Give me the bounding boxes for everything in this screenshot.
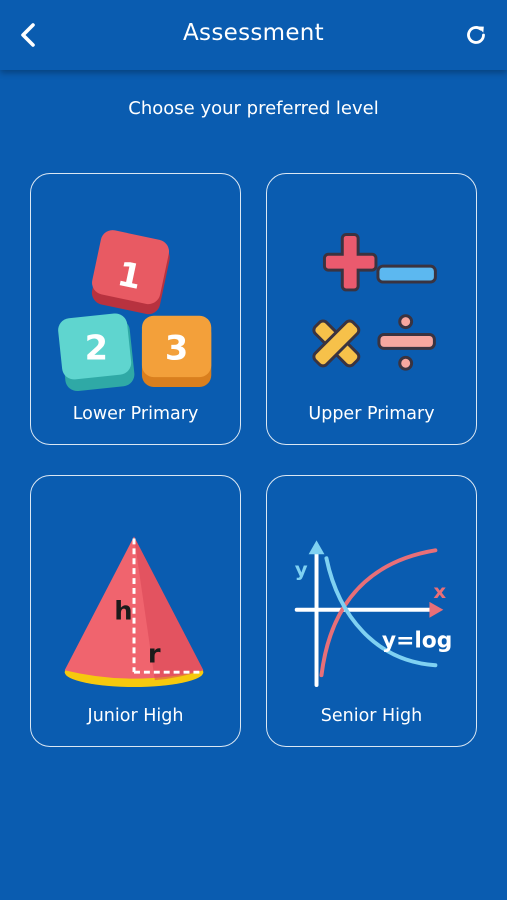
level-label-lower-primary: Lower Primary [72, 404, 199, 424]
page-title: Assessment [183, 20, 324, 46]
level-label-junior-high: Junior High [87, 706, 184, 726]
number-blocks-icon: 1 2 3 [58, 230, 212, 392]
level-card-lower-primary[interactable]: 1 2 3 Lower Primary [30, 173, 241, 445]
level-label-upper-primary: Upper Primary [308, 404, 435, 424]
app-bar: Assessment [0, 0, 507, 70]
instruction-text: Choose your preferred level [128, 98, 379, 119]
refresh-icon [467, 26, 485, 44]
arithmetic-operators-icon [312, 232, 437, 371]
graph-x-axis-label: x [433, 580, 446, 603]
level-card-junior-high[interactable]: h r Junior High [30, 475, 241, 747]
level-card-upper-primary[interactable]: Upper Primary [266, 173, 477, 445]
cone-height-mark: h [114, 597, 132, 627]
cone-radius-mark: r [148, 639, 161, 669]
graph-equation: y=log [382, 628, 452, 653]
block-digit-3: 3 [165, 328, 188, 367]
block-digit-2: 2 [85, 328, 108, 367]
cone-icon: h r [64, 536, 204, 688]
level-card-senior-high[interactable]: y x y=log Senior High [266, 475, 477, 747]
refresh-button[interactable] [459, 18, 493, 52]
plus-icon [322, 232, 378, 292]
graph-y-axis-label: y [295, 558, 308, 581]
divide-icon [377, 314, 436, 371]
level-label-senior-high: Senior High [320, 706, 423, 726]
times-icon [312, 319, 361, 368]
minus-icon [376, 264, 437, 284]
log-graph-icon: y x y=log [295, 540, 452, 688]
